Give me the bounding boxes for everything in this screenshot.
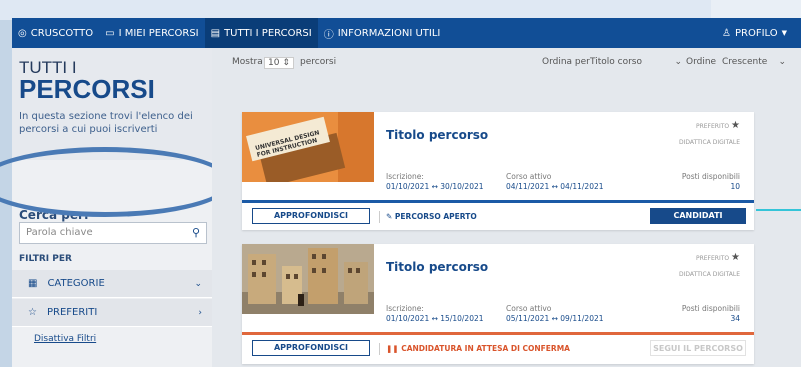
search-title: Cerca per:: [19, 208, 89, 222]
top-nav-bar: ◎ CRUSCOTTO ▭ I MIEI PERCORSI ▤ TUTTI I PER…: [12, 18, 801, 48]
search-placeholder: Parola chiave: [26, 227, 93, 238]
status-bar: [242, 200, 754, 203]
course-title[interactable]: Titolo percorso: [386, 260, 488, 274]
filter-label: PREFERITI: [46, 307, 98, 318]
segui-percorso-button[interactable]: SEGUI IL PERCORSO: [650, 340, 746, 356]
order-label: Ordine: [686, 57, 717, 67]
posti-label: Posti disponibili: [681, 172, 740, 181]
status-label: CANDIDATURA IN ATTESA DI CONFERMA: [401, 344, 570, 353]
order-select[interactable]: Crescente ⌄: [722, 57, 786, 67]
pause-icon: ❚❚: [386, 344, 399, 353]
order-value: Crescente: [722, 57, 768, 67]
edit-icon: ✎: [386, 212, 393, 221]
show-count-value: 10: [268, 58, 280, 68]
browser-tab: [711, 0, 801, 20]
search-icon[interactable]: ⚲: [192, 226, 200, 239]
favorite-label: PREFERITO: [695, 123, 730, 130]
posti-label: Posti disponibili: [681, 304, 740, 313]
profile-label: PROFILO: [734, 27, 778, 39]
posti-value: 10: [730, 182, 740, 191]
status-text: ✎ PERCORSO APERTO: [386, 212, 477, 221]
star-icon: ★: [731, 120, 740, 131]
corso-value: 05/11/2021 ↔ 09/11/2021: [506, 314, 604, 323]
filter-label: CATEGORIE: [47, 278, 105, 289]
chevron-right-icon: ›: [198, 307, 202, 318]
approfondisci-button[interactable]: APPROFONDISCI: [252, 208, 370, 224]
iscrizione-label: Iscrizione:: [386, 304, 424, 313]
pointer-line: [756, 209, 801, 211]
iscrizione-label: Iscrizione:: [386, 172, 424, 181]
show-unit: percorsi: [300, 57, 337, 67]
status-label: PERCORSO APERTO: [394, 212, 477, 221]
divider: [379, 211, 380, 223]
posti-value: 34: [730, 314, 740, 323]
show-count-select[interactable]: 10 ⇕: [264, 57, 294, 69]
info-icon: ⓘ: [323, 29, 334, 41]
category-tag: DIDATTICA DIGITALE: [679, 271, 740, 278]
star-outline-icon: ☆: [28, 307, 37, 318]
nav-item-label: INFORMAZIONI UTILI: [337, 27, 441, 39]
sort-select[interactable]: Titolo corso ⌄: [590, 57, 682, 67]
status-text: ❚❚ CANDIDATURA IN ATTESA DI CONFERMA: [386, 344, 570, 353]
list-icon: ▤: [210, 27, 221, 39]
course-image: [242, 244, 374, 314]
candidati-button[interactable]: CANDIDATI: [650, 208, 746, 224]
grid-icon: ▦: [28, 278, 38, 289]
nav-item-label: I MIEI PERCORSI: [118, 27, 199, 39]
favorite-toggle[interactable]: PREFERITO ★: [696, 120, 740, 131]
nav-item-label: CRUSCOTTO: [30, 27, 94, 39]
sort-value: Titolo corso: [590, 57, 642, 67]
nav-item-label: TUTTI I PERCORSI: [224, 27, 312, 39]
filters-title: FILTRI PER: [19, 254, 72, 264]
nav-item-informazioni[interactable]: ⓘ INFORMAZIONI UTILI: [318, 18, 447, 48]
nav-item-miei-percorsi[interactable]: ▭ I MIEI PERCORSI: [99, 18, 205, 48]
user-icon: ♙: [722, 27, 731, 39]
show-label: Mostra: [232, 57, 263, 67]
sort-label: Ordina per: [542, 57, 590, 67]
star-icon: ★: [731, 252, 740, 263]
dashboard-icon: ◎: [18, 27, 27, 39]
course-card: Titolo percorso PREFERITO ★ DIDATTICA DI…: [242, 244, 754, 364]
course-card: UNIVERSAL DESIGN FOR INSTRUCTION Titolo …: [242, 112, 754, 230]
course-image: UNIVERSAL DESIGN FOR INSTRUCTION: [242, 112, 374, 188]
corso-value: 04/11/2021 ↔ 04/11/2021: [506, 182, 604, 191]
caret-down-icon: ▼: [781, 29, 787, 37]
monitor-icon: ▭: [105, 27, 115, 39]
search-input[interactable]: Parola chiave ⚲: [19, 222, 207, 244]
sidebar: TUTTI I PERCORSI In questa sezione trovi…: [12, 48, 212, 367]
main-content: Mostra 10 ⇕ percorsi Ordina per Titolo c…: [212, 48, 801, 367]
course-title[interactable]: Titolo percorso: [386, 128, 488, 142]
nav-item-tutti-percorsi[interactable]: ▤ TUTTI I PERCORSI: [204, 18, 318, 48]
profile-menu[interactable]: ♙ PROFILO ▼: [716, 18, 793, 48]
category-tag: DIDATTICA DIGITALE: [679, 139, 740, 146]
corso-label: Corso attivo: [506, 172, 552, 181]
filter-preferiti[interactable]: ☆ PREFERITI ›: [12, 299, 212, 327]
list-toolbar: Mostra 10 ⇕ percorsi Ordina per Titolo c…: [212, 48, 801, 76]
iscrizione-value: 01/10/2021 ↔ 30/10/2021: [386, 182, 484, 191]
filter-categorie[interactable]: ▦ CATEGORIE ⌄: [12, 270, 212, 298]
sidebar-header: TUTTI I PERCORSI In questa sezione trovi…: [12, 48, 212, 160]
iscrizione-value: 01/10/2021 ↔ 15/10/2021: [386, 314, 484, 323]
nav-item-cruscotto[interactable]: ◎ CRUSCOTTO: [12, 18, 99, 48]
favorite-toggle[interactable]: PREFERITO ★: [696, 252, 740, 263]
chevron-down-icon: ⌄: [778, 57, 786, 67]
chevron-down-icon: ⌄: [194, 278, 202, 289]
disable-filters-link[interactable]: Disattiva Filtri: [34, 334, 96, 344]
corso-label: Corso attivo: [506, 304, 552, 313]
intro-text: In questa sezione trovi l'elenco dei per…: [19, 111, 193, 135]
page-title-line2: PERCORSI: [19, 74, 155, 104]
status-bar: [242, 332, 754, 335]
approfondisci-button[interactable]: APPROFONDISCI: [252, 340, 370, 356]
favorite-label: PREFERITO: [695, 255, 730, 262]
browser-top-strip: [0, 0, 801, 20]
divider: [379, 343, 380, 355]
chevron-down-icon: ⌄: [674, 57, 682, 67]
